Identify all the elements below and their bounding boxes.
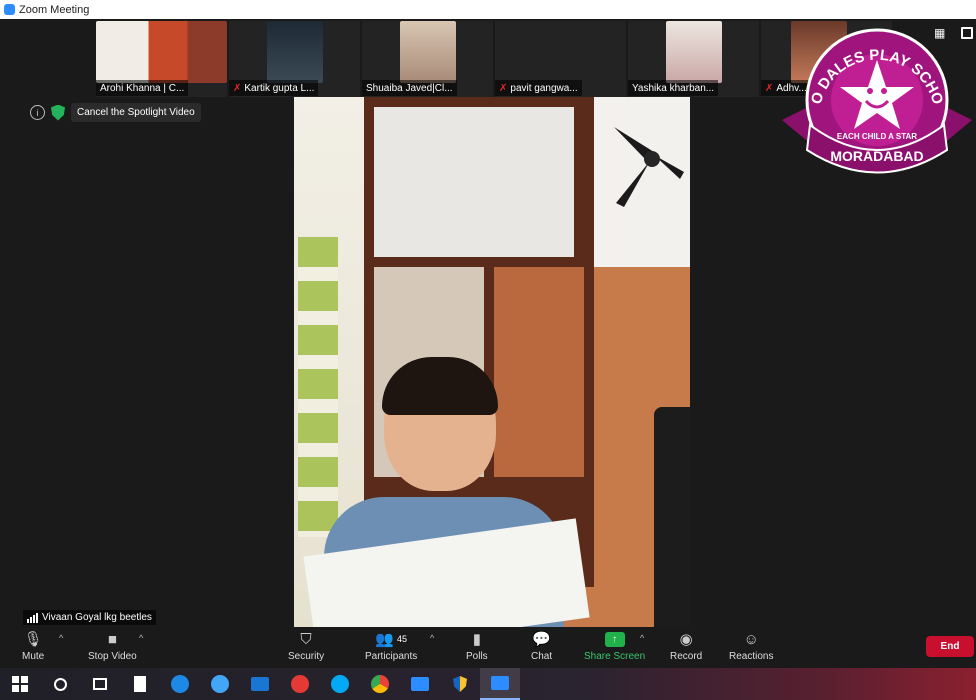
zoom-active-icon[interactable] bbox=[480, 668, 520, 700]
ceiling-fan bbox=[614, 127, 684, 207]
wall-stickers bbox=[298, 237, 338, 537]
participant-name: ✗ Kartik gupta L... bbox=[229, 80, 319, 96]
mic-muted-icon: ✗ bbox=[233, 82, 242, 94]
windows-start-icon[interactable] bbox=[0, 668, 40, 700]
share-options-chevron-icon[interactable]: ^ bbox=[640, 633, 644, 643]
end-meeting-button[interactable]: End bbox=[926, 636, 974, 657]
chrome-icon[interactable] bbox=[360, 668, 400, 700]
bar-chart-icon: ▮ bbox=[472, 631, 481, 648]
participant-video bbox=[266, 21, 323, 83]
meeting-stage: Arohi Khanna | C... ✗ Kartik gupta L... S… bbox=[0, 19, 976, 627]
meeting-toolbar: 🎙 Mute ^ ■ Stop Video ^ ⛉ Security 👥 45 P… bbox=[0, 627, 976, 668]
participants-button[interactable]: 👥 45 Participants bbox=[365, 629, 417, 662]
participant-tile[interactable]: Arohi Khanna | C... bbox=[96, 21, 227, 97]
logo-tagline: EACH CHILD A STAR bbox=[837, 132, 917, 141]
windows-taskbar bbox=[0, 668, 976, 700]
video-options-chevron-icon[interactable]: ^ bbox=[139, 633, 143, 643]
participants-count: 45 bbox=[396, 634, 407, 644]
cortana-icon[interactable] bbox=[40, 668, 80, 700]
security-button[interactable]: ⛉ Security bbox=[288, 629, 324, 663]
edge-legacy-icon[interactable] bbox=[160, 668, 200, 700]
meeting-info-icon[interactable]: i bbox=[30, 105, 45, 120]
shield-icon: ⛉ bbox=[300, 630, 312, 648]
audio-options-chevron-icon[interactable]: ^ bbox=[59, 633, 63, 643]
window-titlebar: Zoom Meeting bbox=[0, 0, 976, 19]
encryption-shield-icon[interactable] bbox=[51, 104, 65, 121]
active-speaker-label: Vivaan Goyal lkg beetles bbox=[23, 610, 156, 625]
participants-icon: 👥 45 bbox=[375, 631, 407, 648]
zoom-icon[interactable] bbox=[400, 668, 440, 700]
opera-icon[interactable] bbox=[280, 668, 320, 700]
participant-tile[interactable]: Shuaiba Javed|Cl... bbox=[362, 21, 493, 97]
participant-tile[interactable]: ✗ Kartik gupta L... bbox=[229, 21, 360, 97]
record-button[interactable]: ◉ Record bbox=[670, 629, 702, 662]
mail-icon[interactable] bbox=[240, 668, 280, 700]
mic-muted-icon: ✗ bbox=[765, 82, 774, 94]
school-logo: NEO DALES PLAY SCHOOL EACH CHILD A STAR … bbox=[782, 25, 972, 174]
stop-video-button[interactable]: ■ Stop Video bbox=[88, 629, 137, 663]
mic-muted-icon: ✗ bbox=[499, 82, 508, 94]
participant-name: Yashika kharban... bbox=[628, 80, 719, 96]
participant-name: Arohi Khanna | C... bbox=[96, 80, 189, 96]
spotlight-video bbox=[294, 97, 690, 627]
window-title: Zoom Meeting bbox=[19, 3, 90, 16]
participants-options-chevron-icon[interactable]: ^ bbox=[430, 633, 434, 643]
reactions-button[interactable]: ☺ Reactions bbox=[729, 629, 773, 663]
spotlight-bar: i Cancel the Spotlight Video bbox=[30, 103, 201, 122]
internet-explorer-icon[interactable] bbox=[200, 668, 240, 700]
video-camera-icon: ■ bbox=[107, 630, 117, 648]
mute-button[interactable]: 🎙 Mute bbox=[22, 629, 44, 662]
participant-tile[interactable]: ✗ pavit gangwa... bbox=[495, 21, 626, 97]
share-screen-icon: ↑ bbox=[604, 629, 625, 649]
task-view-icon[interactable] bbox=[80, 668, 120, 700]
chat-button[interactable]: 💬 Chat bbox=[531, 629, 552, 662]
participant-video bbox=[665, 21, 722, 83]
file-icon[interactable] bbox=[120, 668, 160, 700]
participant-video bbox=[96, 21, 227, 83]
video-chair bbox=[654, 407, 690, 627]
security-shield-icon[interactable] bbox=[440, 668, 480, 700]
participant-video bbox=[399, 21, 456, 83]
record-icon: ◉ bbox=[679, 631, 693, 648]
participant-tile[interactable]: Yashika kharban... bbox=[628, 21, 759, 97]
smiley-plus-icon: ☺ bbox=[743, 630, 759, 648]
logo-city: MORADABAD bbox=[830, 148, 923, 164]
cabinet-doors bbox=[374, 107, 574, 257]
participant-name: ✗ pavit gangwa... bbox=[495, 80, 582, 96]
microphone-icon: 🎙 bbox=[23, 631, 43, 648]
participant-strip: Arohi Khanna | C... ✗ Kartik gupta L... S… bbox=[96, 21, 894, 97]
polls-button[interactable]: ▮ Polls bbox=[466, 629, 488, 662]
skype-icon[interactable] bbox=[320, 668, 360, 700]
participant-name: Shuaiba Javed|Cl... bbox=[362, 80, 457, 96]
zoom-app-icon bbox=[4, 4, 15, 15]
share-screen-button[interactable]: ↑ Share Screen bbox=[584, 629, 645, 662]
chat-bubble-icon: 💬 bbox=[532, 631, 551, 648]
cancel-spotlight-button[interactable]: Cancel the Spotlight Video bbox=[71, 103, 201, 122]
cabinet-panel bbox=[494, 267, 584, 477]
signal-strength-icon bbox=[27, 612, 38, 623]
